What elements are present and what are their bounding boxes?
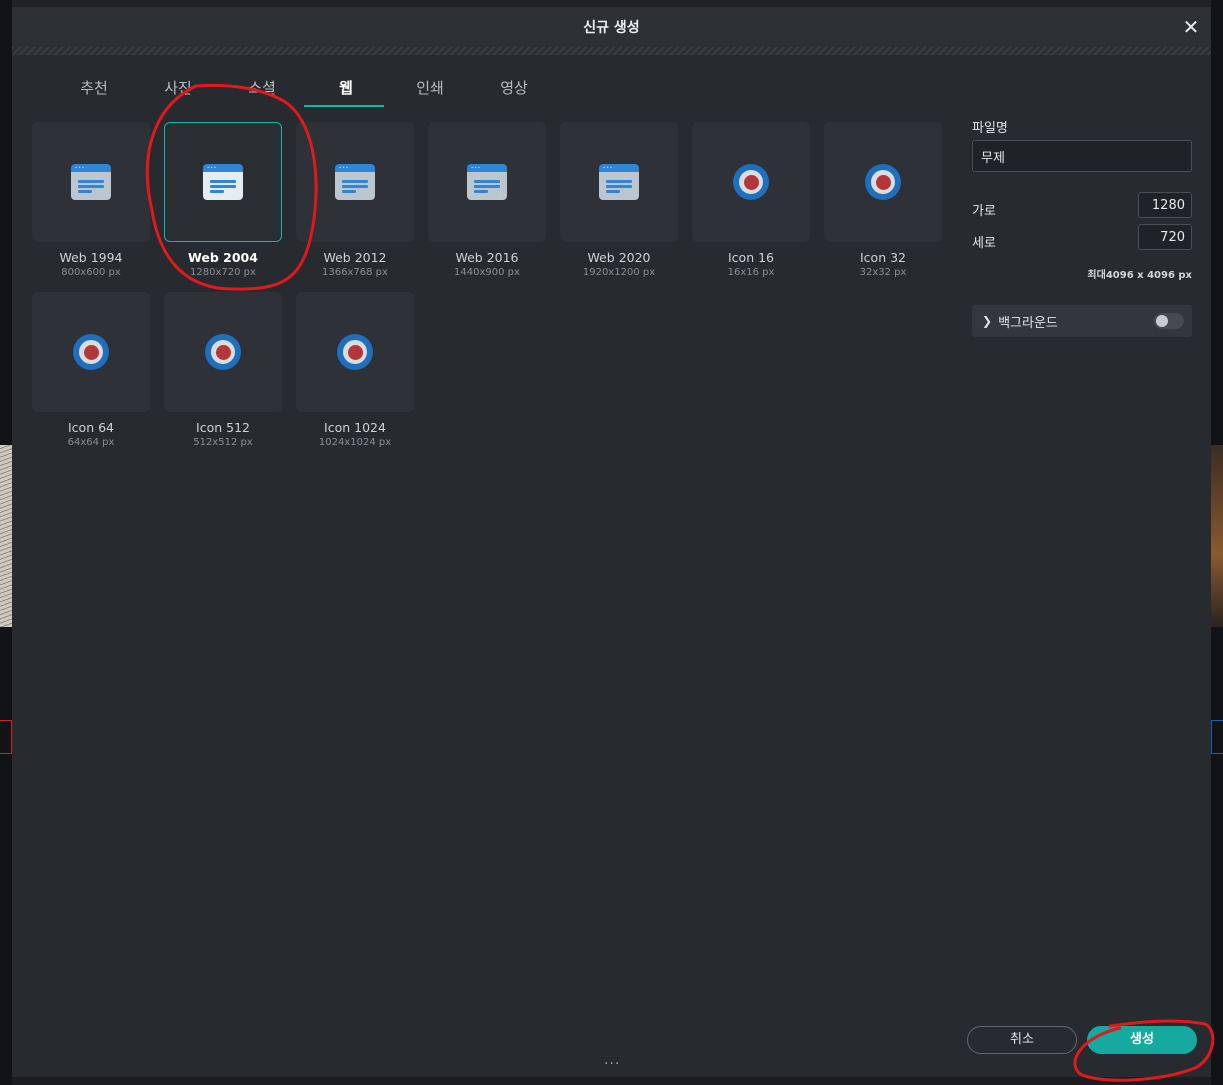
preset-card[interactable]: ••• Web 2012 1366x768 px: [296, 122, 414, 282]
preset-size: 1280x720 px: [190, 267, 256, 278]
height-row: 세로: [972, 224, 1192, 256]
background-toggle[interactable]: [1154, 313, 1184, 329]
header-divider: [12, 47, 1211, 55]
preset-size: 64x64 px: [67, 437, 115, 448]
preset-size: 16x16 px: [727, 267, 775, 278]
preset-card[interactable]: Icon 512 512x512 px: [164, 292, 282, 452]
close-icon: ✕: [1182, 15, 1200, 39]
preset-size: 32x32 px: [859, 267, 907, 278]
preset-name: Web 2012: [323, 250, 387, 265]
web-browser-icon: •••: [71, 164, 111, 200]
cancel-button[interactable]: 취소: [967, 1026, 1077, 1054]
preset-card[interactable]: ••• Web 1994 800x600 px: [32, 122, 150, 282]
preset-size: 1440x900 px: [454, 267, 520, 278]
target-icon: [733, 164, 769, 200]
preset-name: Web 2016: [455, 250, 519, 265]
dialog-header: 신규 생성 ✕: [12, 7, 1211, 47]
preset-thumbnail: •••: [32, 122, 150, 242]
preset-thumbnail: [824, 122, 942, 242]
preset-card[interactable]: ••• Web 2020 1920x1200 px: [560, 122, 678, 282]
preset-thumbnail: •••: [164, 122, 282, 242]
web-browser-icon: •••: [335, 164, 375, 200]
preset-size: 1920x1200 px: [582, 267, 656, 278]
target-icon: [865, 164, 901, 200]
max-size-note: 최대4096 x 4096 px: [1087, 270, 1192, 281]
new-document-dialog: 신규 생성 ✕ 추천 사진 소셜 웹 인쇄 영상 ••• Web 1994 800x600 p…: [12, 7, 1211, 1077]
height-label: 세로: [972, 236, 996, 251]
preset-size: 1366x768 px: [322, 267, 388, 278]
tab-4[interactable]: 인쇄: [388, 71, 472, 107]
toggle-knob: [1156, 315, 1168, 327]
tab-0[interactable]: 추천: [52, 71, 136, 107]
dialog-title: 신규 생성: [583, 20, 640, 36]
preset-thumbnail: •••: [560, 122, 678, 242]
close-button[interactable]: ✕: [1179, 15, 1203, 39]
background-section[interactable]: ❯ 백그라운드: [972, 305, 1192, 337]
create-button[interactable]: 생성: [1087, 1026, 1197, 1054]
category-tabs: 추천 사진 소셜 웹 인쇄 영상: [52, 71, 556, 107]
target-icon: [337, 334, 373, 370]
preset-card[interactable]: Icon 16 16x16 px: [692, 122, 810, 282]
tab-3[interactable]: 웹: [304, 71, 388, 107]
preset-name: Web 2020: [587, 250, 651, 265]
preset-thumbnail: [164, 292, 282, 412]
filename-label: 파일명: [972, 121, 1008, 136]
preset-card[interactable]: ••• Web 2004 1280x720 px: [164, 122, 282, 282]
target-icon: [205, 334, 241, 370]
preset-card[interactable]: Icon 1024 1024x1024 px: [296, 292, 414, 452]
preset-name: Icon 512: [196, 420, 250, 435]
preset-thumbnail: •••: [428, 122, 546, 242]
width-input[interactable]: [1138, 192, 1192, 218]
width-row: 가로: [972, 192, 1192, 224]
background-image-right: [1211, 445, 1223, 627]
preset-card[interactable]: ••• Web 2016 1440x900 px: [428, 122, 546, 282]
preset-thumbnail: [32, 292, 150, 412]
preset-name: Icon 32: [859, 250, 906, 265]
more-icon[interactable]: ...: [604, 1052, 620, 1068]
preset-size: 1024x1024 px: [318, 437, 392, 448]
web-browser-icon: •••: [467, 164, 507, 200]
background-image-left: [0, 445, 12, 627]
web-browser-icon: •••: [599, 164, 639, 200]
preset-size: 800x600 px: [61, 267, 121, 278]
preset-thumbnail: [296, 292, 414, 412]
background-outline-right: [1211, 720, 1223, 754]
preset-name: Web 2004: [188, 250, 258, 265]
filename-input[interactable]: [972, 140, 1192, 172]
preset-name: Web 1994: [59, 250, 123, 265]
preset-name: Icon 16: [727, 250, 774, 265]
tab-5[interactable]: 영상: [472, 71, 556, 107]
chevron-right-icon: ❯: [982, 314, 993, 328]
background-outline-left: [0, 720, 12, 754]
preset-size: 512x512 px: [193, 437, 253, 448]
preset-card[interactable]: Icon 64 64x64 px: [32, 292, 150, 452]
target-icon: [73, 334, 109, 370]
tab-1[interactable]: 사진: [136, 71, 220, 107]
height-input[interactable]: [1138, 224, 1192, 250]
preset-thumbnail: •••: [296, 122, 414, 242]
preset-card[interactable]: Icon 32 32x32 px: [824, 122, 942, 282]
preset-thumbnail: [692, 122, 810, 242]
width-label: 가로: [972, 204, 996, 219]
preset-name: Icon 1024: [324, 420, 386, 435]
settings-panel: 파일명 가로 세로 최대4096 x 4096 px ❯ 백그라운드: [972, 117, 1192, 337]
preset-name: Icon 64: [67, 420, 114, 435]
web-browser-icon: •••: [203, 164, 243, 200]
background-label: 백그라운드: [998, 315, 1058, 331]
tab-2[interactable]: 소셜: [220, 71, 304, 107]
